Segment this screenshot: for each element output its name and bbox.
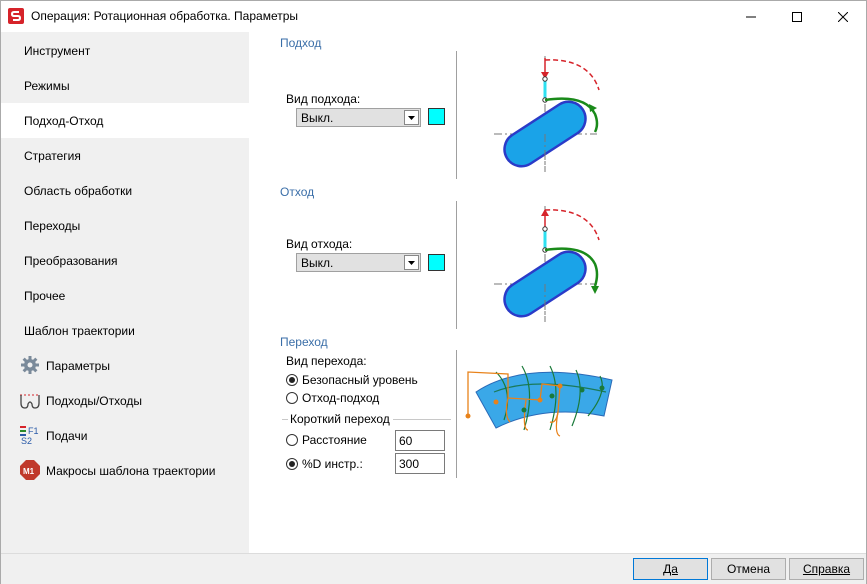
transition-section-title: Переход	[280, 335, 328, 349]
chevron-down-icon	[404, 110, 419, 125]
feeds-icon: F1 S2	[20, 426, 39, 446]
sidebar-item-tool[interactable]: Инструмент	[1, 33, 249, 68]
sidebar-item-parameters[interactable]: Параметры	[1, 348, 249, 383]
sidebar-item-label: Подходы/Отходы	[46, 393, 143, 408]
approach-path-icon	[20, 394, 40, 409]
divider	[456, 350, 457, 478]
window-title: Операция: Ротационная обработка. Парамет…	[31, 9, 299, 23]
transition-illustration	[465, 365, 613, 437]
sidebar-item-approach-retract[interactable]: Подход-Отход	[1, 103, 249, 138]
chevron-down-icon	[404, 255, 419, 270]
retract-illustration	[494, 206, 600, 322]
sidebar-item-transformations[interactable]: Преобразования	[1, 243, 249, 278]
percent-diameter-radio[interactable]	[286, 458, 298, 470]
group-line	[282, 419, 288, 420]
help-button-label: Справка	[802, 562, 851, 576]
sidebar-item-label: Режимы	[24, 78, 70, 93]
approach-type-label: Вид подхода:	[286, 92, 361, 106]
transition-safe-level-label[interactable]: Безопасный уровень	[302, 373, 418, 387]
maximize-icon	[792, 11, 802, 22]
approach-type-value: Выкл.	[301, 111, 334, 125]
dialog-window: Операция: Ротационная обработка. Парамет…	[0, 0, 867, 584]
sidebar-item-label: Стратегия	[24, 148, 81, 163]
sidebar-item-label: Подход-Отход	[24, 113, 104, 128]
sidebar-item-toolpath-template[interactable]: Шаблон траектории	[1, 313, 249, 348]
distance-radio[interactable]	[286, 434, 298, 446]
title-bar: Операция: Ротационная обработка. Парамет…	[1, 1, 866, 32]
sidebar-item-label: Преобразования	[24, 253, 118, 268]
percent-diameter-value: 300	[399, 457, 420, 471]
group-line	[393, 419, 451, 420]
help-button[interactable]: Справка	[789, 558, 864, 580]
sidebar-item-modes[interactable]: Режимы	[1, 68, 249, 103]
retract-type-label: Вид отхода:	[286, 237, 353, 251]
sidebar-item-transitions[interactable]: Переходы	[1, 208, 249, 243]
approach-illustration	[494, 56, 600, 172]
divider	[456, 51, 457, 179]
ok-button-label: Да	[663, 562, 678, 576]
sidebar-item-label: Параметры	[46, 358, 110, 373]
sidebar-item-feeds[interactable]: F1 S2 Подачи	[1, 418, 249, 453]
transition-type-label: Вид перехода:	[286, 354, 367, 368]
sidebar-item-approaches-retracts[interactable]: Подходы/Отходы	[1, 383, 249, 418]
retract-type-value: Выкл.	[301, 256, 334, 270]
svg-text:S2: S2	[21, 436, 32, 446]
sidebar-item-machining-area[interactable]: Область обработки	[1, 173, 249, 208]
sidebar-item-strategy[interactable]: Стратегия	[1, 138, 249, 173]
transition-retract-approach-radio[interactable]	[286, 392, 298, 404]
retract-color-swatch[interactable]	[428, 254, 445, 271]
minimize-button[interactable]	[728, 1, 774, 32]
short-transition-group-label: Короткий переход	[290, 412, 390, 426]
macro-m1-icon: M1	[20, 460, 40, 480]
gear-icon	[21, 356, 39, 374]
sidebar-item-other[interactable]: Прочее	[1, 278, 249, 313]
cancel-button-label: Отмена	[726, 562, 771, 576]
percent-diameter-label[interactable]: %D инстр.:	[302, 457, 363, 471]
sidebar: Инструмент Режимы Подход-Отход Стратегия…	[1, 32, 249, 553]
main-panel: Подход Вид подхода: Выкл. Отход Вид отхо…	[249, 32, 866, 553]
svg-text:F1: F1	[28, 426, 39, 436]
transition-safe-level-radio[interactable]	[286, 374, 298, 386]
percent-diameter-input[interactable]: 300	[395, 453, 445, 474]
distance-input[interactable]: 60	[395, 430, 445, 451]
ok-button[interactable]: Да	[633, 558, 708, 580]
distance-value: 60	[399, 434, 413, 448]
divider	[456, 201, 457, 329]
minimize-icon	[746, 16, 756, 17]
sidebar-item-label: Шаблон траектории	[24, 323, 135, 338]
approach-color-swatch[interactable]	[428, 108, 445, 125]
sidebar-item-label: Область обработки	[24, 183, 133, 198]
approach-section-title: Подход	[280, 36, 322, 50]
button-bar: Да Отмена Справка	[1, 553, 866, 584]
transition-retract-approach-label[interactable]: Отход-подход	[302, 391, 379, 405]
approach-type-select[interactable]: Выкл.	[296, 108, 421, 127]
svg-text:M1: M1	[23, 467, 35, 476]
cancel-button[interactable]: Отмена	[711, 558, 786, 580]
maximize-button[interactable]	[774, 1, 820, 32]
distance-label[interactable]: Расстояние	[302, 433, 367, 447]
retract-type-select[interactable]: Выкл.	[296, 253, 421, 272]
sidebar-item-label: Макросы шаблона траектории	[46, 463, 216, 478]
sidebar-item-label: Прочее	[24, 288, 66, 303]
retract-section-title: Отход	[280, 185, 315, 199]
sidebar-item-label: Переходы	[24, 218, 81, 233]
app-logo-icon	[8, 8, 24, 24]
close-icon	[838, 11, 848, 22]
sidebar-item-label: Подачи	[46, 428, 88, 443]
close-button[interactable]	[820, 1, 866, 32]
sidebar-item-label: Инструмент	[24, 43, 91, 58]
sidebar-item-toolpath-macros[interactable]: M1 Макросы шаблона траектории	[1, 453, 249, 488]
